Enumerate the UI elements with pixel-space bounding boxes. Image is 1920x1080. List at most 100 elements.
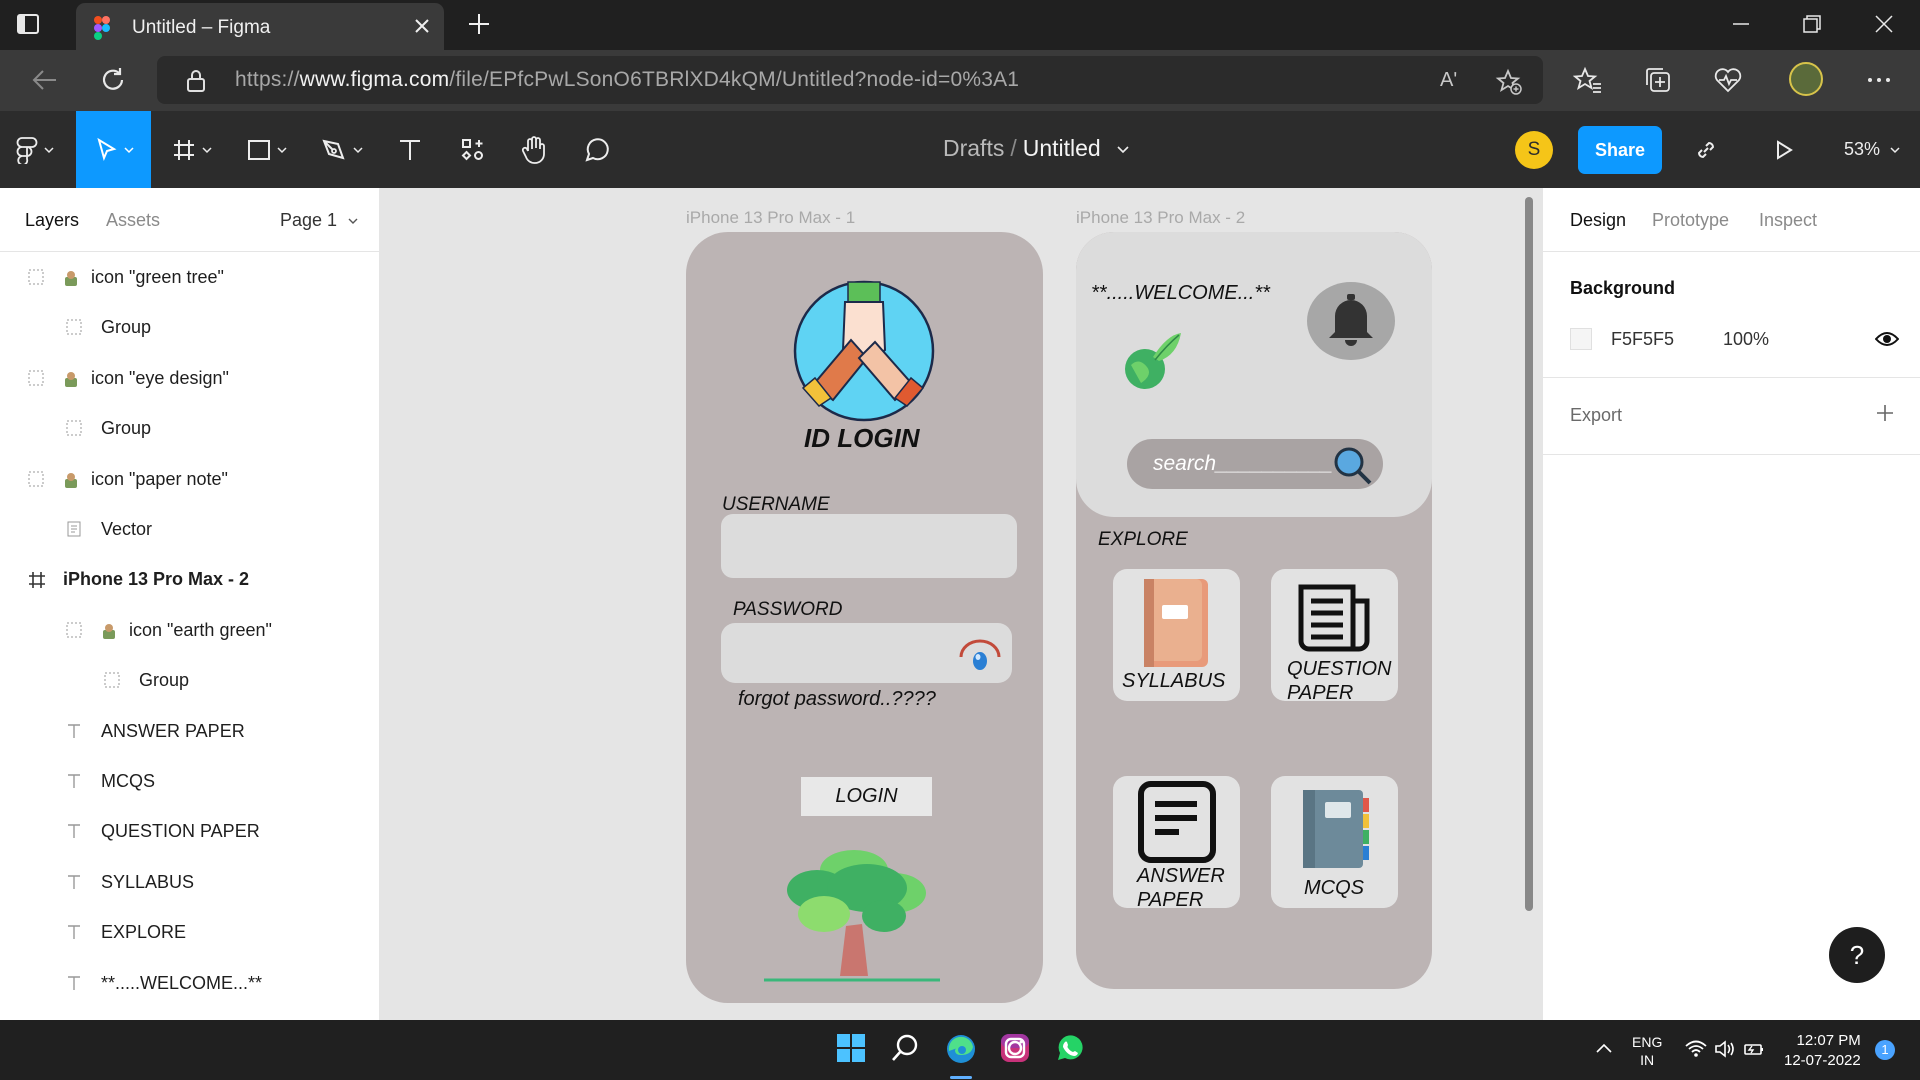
present-button[interactable] <box>1774 111 1794 188</box>
browser-essentials-icon[interactable] <box>1713 65 1743 95</box>
background-color-swatch[interactable] <box>1570 328 1592 350</box>
visibility-eye-icon[interactable] <box>1875 330 1899 348</box>
address-bar[interactable]: https://www.figma.com/file/EPfcPwLSonO6T… <box>157 56 1543 104</box>
chevron-down-icon[interactable] <box>1117 146 1129 154</box>
lock-icon[interactable] <box>185 69 207 93</box>
user-avatar[interactable]: S <box>1515 131 1553 169</box>
layer-label: iPhone 13 Pro Max - 2 <box>63 569 250 589</box>
instagram-icon[interactable] <box>1000 1033 1030 1063</box>
dashboard-frame[interactable]: **.....WELCOME...** search__________ EXP… <box>1076 232 1432 989</box>
notification-button[interactable] <box>1307 282 1395 360</box>
layer-row[interactable]: Vector <box>0 504 380 554</box>
tab-inspect[interactable]: Inspect <box>1759 210 1817 231</box>
add-favorite-icon[interactable] <box>1495 68 1523 96</box>
username-field[interactable] <box>721 514 1017 578</box>
edge-browser-icon[interactable] <box>945 1033 977 1065</box>
close-window-icon[interactable] <box>1873 13 1895 35</box>
page-selector[interactable]: Page 1 <box>280 210 358 231</box>
tab-assets[interactable]: Assets <box>106 210 160 231</box>
main-menu-button[interactable] <box>16 111 54 188</box>
layer-row[interactable]: MCQS <box>0 756 380 806</box>
layer-row[interactable]: icon "earth green" <box>0 605 380 655</box>
magnifier-icon[interactable] <box>1331 444 1373 486</box>
design-canvas[interactable]: iPhone 13 Pro Max - 1 iPhone 13 Pro Max … <box>380 188 1542 1020</box>
search-icon[interactable] <box>890 1033 920 1063</box>
back-icon[interactable] <box>30 65 60 95</box>
login-frame[interactable]: ID LOGIN USERNAME PASSWORD forgot passwo… <box>686 232 1043 1003</box>
volume-icon[interactable] <box>1714 1040 1736 1058</box>
layer-row[interactable]: SYLLABUS <box>0 857 380 907</box>
restore-icon[interactable] <box>1801 13 1823 35</box>
frame-name-label[interactable]: iPhone 13 Pro Max - 1 <box>686 208 855 228</box>
mcqs-card[interactable]: MCQS <box>1271 776 1398 908</box>
pen-tool-button[interactable] <box>321 111 363 188</box>
resources-tool-button[interactable] <box>460 111 486 188</box>
layer-label: Group <box>101 317 152 337</box>
minimize-icon[interactable] <box>1730 13 1752 35</box>
wifi-icon[interactable] <box>1685 1040 1707 1058</box>
forgot-password-link[interactable]: forgot password..???? <box>738 688 936 711</box>
layer-row[interactable]: icon "green tree" <box>0 252 380 302</box>
file-name[interactable]: Untitled <box>1023 135 1101 161</box>
answer-paper-card[interactable]: ANSWER PAPER <box>1113 776 1240 911</box>
layer-row[interactable]: QUESTION PAPER <box>0 806 380 856</box>
tab-actions-icon[interactable] <box>16 12 60 38</box>
browser-profile-avatar[interactable] <box>1789 62 1823 96</box>
share-button[interactable]: Share <box>1578 126 1662 174</box>
more-options-icon[interactable] <box>1864 65 1894 95</box>
tab-layers[interactable]: Layers <box>25 210 79 231</box>
canvas-scrollbar[interactable] <box>1525 197 1533 911</box>
tab-prototype[interactable]: Prototype <box>1652 210 1729 231</box>
windows-start-icon[interactable] <box>836 1033 866 1063</box>
breadcrumb[interactable]: Drafts / Untitled <box>943 135 1129 162</box>
login-button[interactable]: LOGIN <box>801 777 932 816</box>
add-export-icon[interactable] <box>1875 403 1895 423</box>
password-field[interactable] <box>721 623 1012 683</box>
refresh-icon[interactable] <box>98 65 128 95</box>
hand-tool-button[interactable] <box>520 111 548 188</box>
clock[interactable]: 12:07 PM 12-07-2022 <box>1784 1031 1861 1071</box>
syllabus-card[interactable]: SYLLABUS <box>1113 569 1240 701</box>
layer-label: Vector <box>101 519 153 539</box>
layer-row[interactable]: icon "eye design" <box>0 353 380 403</box>
close-tab-icon[interactable] <box>412 16 432 36</box>
url-text[interactable]: https://www.figma.com/file/EPfcPwLSonO6T… <box>235 68 1019 92</box>
link-icon <box>1693 137 1719 163</box>
eye-icon[interactable] <box>958 637 1002 673</box>
notification-badge[interactable]: 1 <box>1875 1040 1895 1060</box>
favorites-icon[interactable] <box>1573 65 1603 95</box>
comment-tool-button[interactable] <box>583 111 611 188</box>
chevron-down-icon <box>348 217 358 225</box>
zoom-level: 53% <box>1844 139 1881 159</box>
move-tool-button[interactable] <box>76 111 151 188</box>
breadcrumb-drafts[interactable]: Drafts <box>943 135 1004 161</box>
browser-tab-active[interactable]: Untitled – Figma <box>76 3 444 50</box>
layer-row[interactable]: Group <box>0 302 380 352</box>
tab-design[interactable]: Design <box>1570 210 1626 231</box>
battery-icon[interactable] <box>1743 1040 1765 1058</box>
read-aloud-icon[interactable]: Aʹ <box>1440 69 1457 92</box>
layer-row-frame[interactable]: iPhone 13 Pro Max - 2 <box>0 554 380 604</box>
zoom-menu[interactable]: 53% <box>1844 139 1900 160</box>
search-bar[interactable]: search__________ <box>1127 439 1383 489</box>
layer-row[interactable]: ANSWER PAPER <box>0 706 380 756</box>
question-paper-card[interactable]: QUESTION PAPER <box>1271 569 1398 704</box>
copy-link-button[interactable] <box>1693 111 1719 188</box>
language-indicator[interactable]: ENG IN <box>1632 1033 1662 1069</box>
background-hex-input[interactable]: F5F5F5 <box>1611 329 1674 350</box>
collections-icon[interactable] <box>1643 65 1673 95</box>
whatsapp-icon[interactable] <box>1055 1033 1085 1063</box>
background-opacity-input[interactable]: 100% <box>1723 329 1769 350</box>
layer-row[interactable]: Group <box>0 403 380 453</box>
layer-row[interactable]: **.....WELCOME...** <box>0 958 380 1008</box>
layer-row[interactable]: EXPLORE <box>0 907 380 957</box>
text-tool-button[interactable] <box>397 111 423 188</box>
shape-tool-button[interactable] <box>247 111 287 188</box>
layer-row[interactable]: icon "paper note" <box>0 454 380 504</box>
frame-name-label[interactable]: iPhone 13 Pro Max - 2 <box>1076 208 1245 228</box>
layer-row[interactable]: Group <box>0 655 380 705</box>
frame-tool-button[interactable] <box>172 111 212 188</box>
chevron-up-icon[interactable] <box>1595 1042 1613 1054</box>
help-button[interactable]: ? <box>1829 927 1885 983</box>
new-tab-icon[interactable] <box>466 11 492 37</box>
